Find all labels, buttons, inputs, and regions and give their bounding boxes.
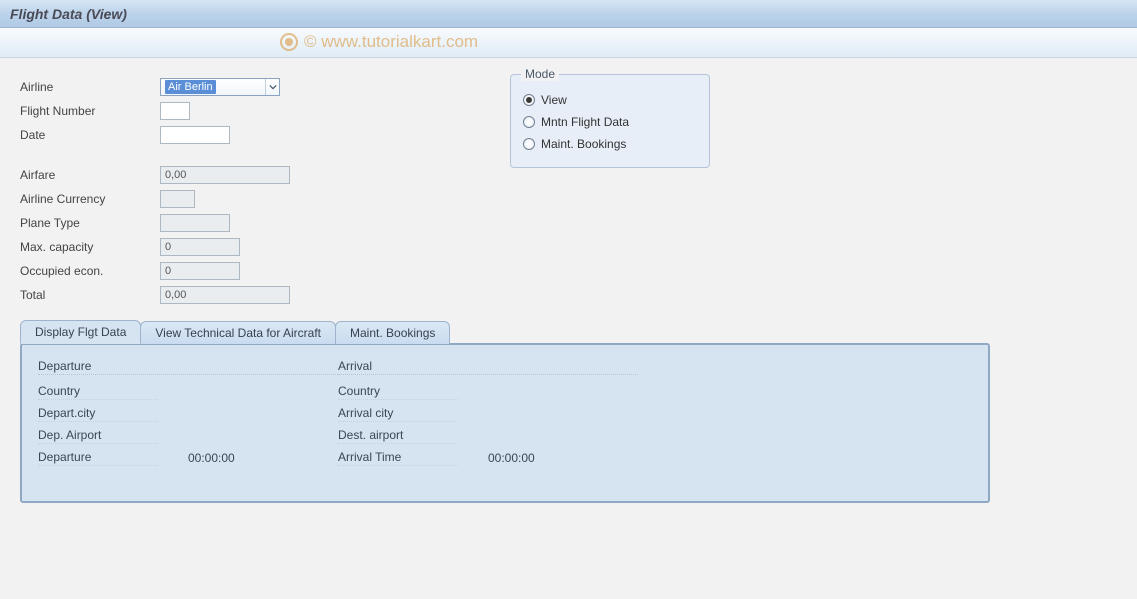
departure-arrival: Departure Country Depart.city Dep. Airpo… <box>38 357 972 469</box>
mode-option-label: View <box>541 93 567 107</box>
mode-option-mntn-flight-data[interactable]: Mntn Flight Data <box>523 111 697 133</box>
flight-number-input[interactable] <box>160 102 190 120</box>
tab-maint-bookings[interactable]: Maint. Bookings <box>335 321 450 344</box>
toolbar: © www.tutorialkart.com <box>0 28 1137 58</box>
arr-time-label: Arrival Time <box>338 450 458 466</box>
tab-display-flgt-data[interactable]: Display Flgt Data <box>20 320 141 344</box>
radio-icon <box>523 116 535 128</box>
flight-number-label: Flight Number <box>20 104 160 118</box>
mode-option-label: Maint. Bookings <box>541 137 626 151</box>
occupied-label: Occupied econ. <box>20 264 160 278</box>
airfare-value: 0,00 <box>160 166 290 184</box>
mode-groupbox: Mode View Mntn Flight Data Maint. Bookin… <box>510 74 710 168</box>
content-area: Airline Air Berlin Flight Number Date Ai… <box>0 58 1137 521</box>
title-bar: Flight Data (View) <box>0 0 1137 28</box>
dep-country-label: Country <box>38 384 158 400</box>
copyright-icon <box>280 33 298 51</box>
airline-selected: Air Berlin <box>165 80 216 94</box>
dep-airport-label: Dep. Airport <box>38 428 158 444</box>
max-capacity-label: Max. capacity <box>20 240 160 254</box>
dep-city-label: Depart.city <box>38 406 158 422</box>
plane-type-value <box>160 214 230 232</box>
arrival-header: Arrival <box>338 357 638 375</box>
arr-time-value: 00:00:00 <box>458 451 535 465</box>
chevron-down-icon[interactable] <box>265 79 279 95</box>
plane-type-label: Plane Type <box>20 216 160 230</box>
radio-icon <box>523 138 535 150</box>
date-input[interactable] <box>160 126 230 144</box>
airline-label: Airline <box>20 80 160 94</box>
departure-column: Departure Country Depart.city Dep. Airpo… <box>38 357 338 469</box>
watermark-text: © www.tutorialkart.com <box>304 32 478 52</box>
total-label: Total <box>20 288 160 302</box>
currency-label: Airline Currency <box>20 192 160 206</box>
watermark: © www.tutorialkart.com <box>280 32 478 52</box>
departure-header: Departure <box>38 357 338 375</box>
dep-time-value: 00:00:00 <box>158 451 235 465</box>
arr-country-label: Country <box>338 384 458 400</box>
airline-combo[interactable]: Air Berlin <box>160 78 280 96</box>
tabs-area: Display Flgt Data View Technical Data fo… <box>20 320 1117 503</box>
max-capacity-value: 0 <box>160 238 240 256</box>
arr-city-label: Arrival city <box>338 406 458 422</box>
mode-option-label: Mntn Flight Data <box>541 115 629 129</box>
dep-time-label: Departure <box>38 450 158 466</box>
airfare-label: Airfare <box>20 168 160 182</box>
form-block: Airline Air Berlin Flight Number Date Ai… <box>20 76 1117 306</box>
field-column: Airline Air Berlin Flight Number Date Ai… <box>20 76 290 306</box>
arr-airport-label: Dest. airport <box>338 428 458 444</box>
total-value: 0,00 <box>160 286 290 304</box>
tab-view-technical-data[interactable]: View Technical Data for Aircraft <box>140 321 336 344</box>
page-title: Flight Data (View) <box>10 6 127 22</box>
tabstrip: Display Flgt Data View Technical Data fo… <box>20 320 1117 344</box>
mode-option-view[interactable]: View <box>523 89 697 111</box>
radio-icon <box>523 94 535 106</box>
mode-option-maint-bookings[interactable]: Maint. Bookings <box>523 133 697 155</box>
tab-panel: Departure Country Depart.city Dep. Airpo… <box>20 343 990 503</box>
arrival-column: Arrival Country Arrival city Dest. airpo… <box>338 357 638 469</box>
currency-value <box>160 190 195 208</box>
date-label: Date <box>20 128 160 142</box>
occupied-value: 0 <box>160 262 240 280</box>
mode-title: Mode <box>521 67 559 81</box>
